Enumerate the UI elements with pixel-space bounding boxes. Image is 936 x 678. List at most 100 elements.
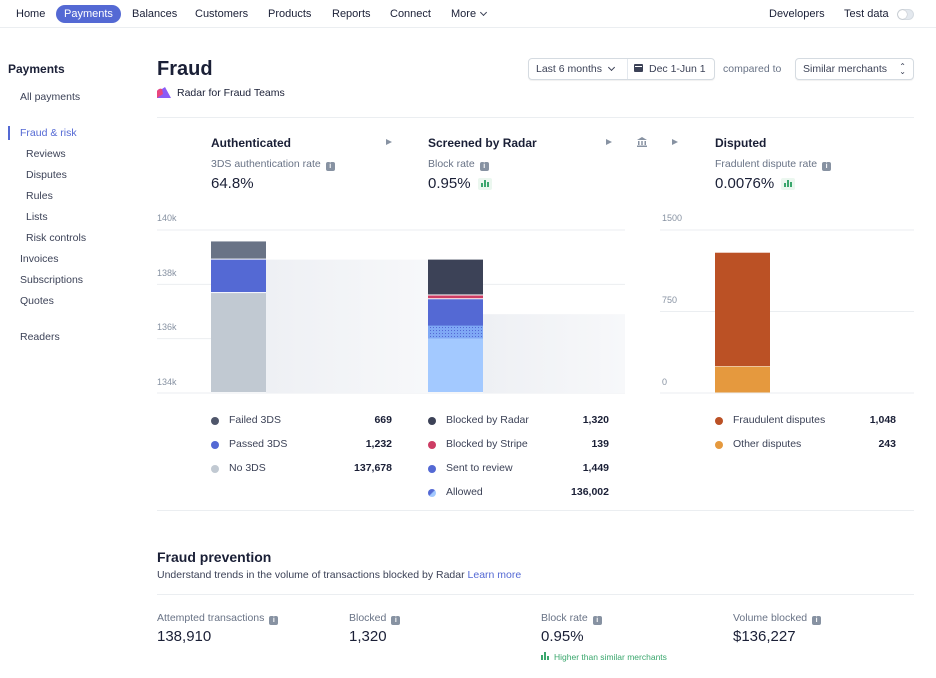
- legend-value: 1,232: [365, 438, 392, 450]
- select-arrows-icon: ⌃ ⌄: [899, 62, 906, 76]
- fraud-prevention-subtitle: Understand trends in the volume of trans…: [157, 569, 521, 581]
- comparison-select[interactable]: Similar merchants ⌃ ⌄: [795, 58, 914, 80]
- y-tick-label: 1500: [662, 213, 683, 223]
- chevron-down-icon: [480, 8, 488, 17]
- nav-more-label: More: [451, 8, 477, 20]
- bar-segment-failed-3ds[interactable]: [211, 241, 266, 259]
- bar-segment-blocked-by-radar[interactable]: [428, 259, 483, 295]
- bar-segment-blocked-by-stripe[interactable]: [428, 295, 483, 299]
- test-data-toggle[interactable]: [897, 9, 914, 20]
- trend-bars-icon[interactable]: [477, 178, 492, 191]
- legend-label: Failed 3DS: [229, 414, 281, 426]
- bar-segment-allowed-hatched: [428, 325, 483, 339]
- legend-label: Blocked by Stripe: [446, 438, 528, 450]
- legend-label: Passed 3DS: [229, 438, 288, 450]
- bar-segment-no-3ds[interactable]: [211, 293, 266, 392]
- bank-icon[interactable]: [637, 137, 647, 147]
- legend-label: Fraudulent disputes: [733, 414, 826, 426]
- sidebar-item-all-payments[interactable]: All payments: [20, 91, 80, 103]
- legend-label: Sent to review: [446, 462, 513, 474]
- compared-to-label: compared to: [723, 63, 782, 75]
- comparison-label: Similar merchants: [803, 63, 888, 75]
- sidebar-item-rules[interactable]: Rules: [26, 190, 53, 202]
- bar-segment-other-disputes[interactable]: [715, 366, 770, 393]
- bar-segment-fraudulent-disputes[interactable]: [715, 252, 770, 367]
- divider: [157, 117, 914, 118]
- nav-balances[interactable]: Balances: [124, 5, 185, 23]
- metric-label-text: Fradulent dispute rate: [715, 158, 818, 170]
- sidebar-title: Payments: [8, 62, 65, 76]
- legend-value: 243: [878, 438, 896, 450]
- sidebar-item-readers[interactable]: Readers: [20, 331, 60, 343]
- nav-payments[interactable]: Payments: [56, 5, 121, 23]
- label-text: Block rate: [541, 612, 588, 624]
- legend-value: 1,449: [582, 462, 609, 474]
- learn-more-link[interactable]: Learn more: [468, 569, 522, 581]
- legend-dot-blocked-by-stripe: [428, 441, 436, 449]
- nav-products[interactable]: Products: [260, 5, 319, 23]
- legend-value: 136,002: [571, 486, 609, 498]
- volume-blocked-label: Volume blocked i: [733, 612, 822, 625]
- legend-dot-sent-to-review: [428, 465, 436, 473]
- play-icon[interactable]: [386, 139, 392, 145]
- sidebar-item-risk-controls[interactable]: Risk controls: [26, 232, 86, 244]
- test-data-label: Test data: [844, 8, 889, 20]
- range-preset-select[interactable]: Last 6 months: [529, 59, 628, 79]
- sidebar-item-fraud-risk[interactable]: Fraud & risk: [20, 127, 77, 139]
- authenticated-metric-label: 3DS authentication rate i: [211, 158, 335, 171]
- block-rate-value: 0.95%: [541, 628, 584, 645]
- blocked-value: 1,320: [349, 628, 387, 645]
- sidebar-item-subscriptions[interactable]: Subscriptions: [20, 274, 83, 286]
- info-icon[interactable]: i: [325, 162, 335, 171]
- calendar-icon: [634, 64, 643, 72]
- nav-more[interactable]: More: [443, 5, 494, 23]
- legend-value: 1,320: [582, 414, 609, 426]
- divider: [157, 594, 914, 595]
- bar-segment-allowed[interactable]: [428, 338, 483, 392]
- play-icon[interactable]: [672, 139, 678, 145]
- disputed-metric-label: Fradulent dispute rate i: [715, 158, 832, 171]
- legend-dot-no-3ds: [211, 465, 219, 473]
- nav-connect[interactable]: Connect: [382, 5, 439, 23]
- info-icon[interactable]: i: [391, 616, 401, 625]
- trend-bars-icon: [541, 652, 551, 660]
- play-icon[interactable]: [606, 139, 612, 145]
- sidebar-item-invoices[interactable]: Invoices: [20, 253, 59, 265]
- sidebar-item-quotes[interactable]: Quotes: [20, 295, 54, 307]
- label-text: Volume blocked: [733, 612, 808, 624]
- date-label: Dec 1-Jun 1: [649, 63, 706, 75]
- info-icon[interactable]: i: [269, 616, 279, 625]
- legend-value: 1,048: [869, 414, 896, 426]
- block-rate-value: 0.95%: [428, 175, 471, 192]
- note-text: Higher than similar merchants: [554, 652, 667, 662]
- nav-reports[interactable]: Reports: [324, 5, 379, 23]
- radar-logo-icon: [157, 87, 171, 98]
- legend-value: 139: [591, 438, 609, 450]
- legend-dot-failed-3ds: [211, 417, 219, 425]
- sidebar-item-reviews[interactable]: Reviews: [26, 148, 66, 160]
- legend-value: 669: [374, 414, 392, 426]
- disputed-value: 0.0076%: [715, 175, 796, 192]
- nav-developers[interactable]: Developers: [761, 5, 833, 23]
- trend-bars-icon[interactable]: [781, 178, 796, 191]
- date-range-control: Last 6 months Dec 1-Jun 1: [528, 58, 715, 80]
- authentication-screening-chart: [157, 229, 625, 394]
- sidebar-item-lists[interactable]: Lists: [26, 211, 48, 223]
- divider: [157, 510, 914, 511]
- label-text: Attempted transactions: [157, 612, 265, 624]
- date-picker-button[interactable]: Dec 1-Jun 1: [629, 59, 706, 79]
- info-icon[interactable]: i: [592, 616, 602, 625]
- legend-label: Allowed: [446, 486, 483, 498]
- legend-dot-allowed: [428, 489, 436, 497]
- sidebar-item-disputes[interactable]: Disputes: [26, 169, 67, 181]
- nav-home[interactable]: Home: [8, 5, 53, 23]
- flow-shading: [266, 259, 428, 393]
- active-indicator: [8, 126, 10, 140]
- disputed-title: Disputed: [715, 136, 767, 150]
- info-icon[interactable]: i: [479, 162, 489, 171]
- page-title: Fraud: [157, 58, 213, 80]
- bar-segment-passed-3ds[interactable]: [211, 259, 266, 293]
- nav-customers[interactable]: Customers: [187, 5, 256, 23]
- info-icon[interactable]: i: [822, 162, 832, 171]
- info-icon[interactable]: i: [812, 616, 822, 625]
